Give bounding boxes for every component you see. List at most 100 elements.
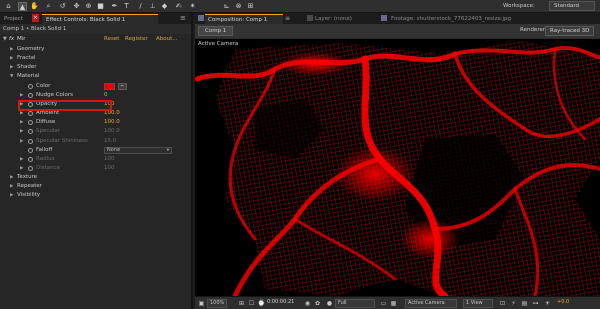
show-snapshot-icon[interactable]: ✿ <box>313 299 322 308</box>
composition-menu-icon[interactable]: ≡ <box>285 14 290 23</box>
fx-icon[interactable]: fx <box>9 35 14 44</box>
tab-project[interactable]: Project <box>0 14 30 24</box>
comp-1-button[interactable]: Comp 1 <box>198 26 234 36</box>
property-row[interactable]: ▶ Radius 100 <box>0 155 191 164</box>
exposure-value[interactable]: +0.0 <box>557 299 569 308</box>
close-tab-icon[interactable]: × <box>32 14 39 22</box>
zoom-select[interactable]: 100% <box>207 299 228 308</box>
tab-footage[interactable]: Footage: shutterstock_77622403_resize.jp… <box>391 14 511 24</box>
collapsed-triangle-icon[interactable]: ▶ <box>10 54 13 63</box>
axis-view-icon[interactable]: ⊞ <box>246 2 255 11</box>
pan-behind-tool-icon[interactable]: ⊕ <box>84 2 93 11</box>
expanded-triangle-icon[interactable]: ▼ <box>10 72 13 81</box>
zoom-tool-icon[interactable]: ⌕ <box>44 2 53 11</box>
property-value[interactable]: 0 <box>104 91 108 100</box>
collapsed-triangle-icon[interactable]: ▶ <box>10 45 13 54</box>
stopwatch-icon[interactable] <box>28 129 33 135</box>
property-row[interactable]: ▶ Shader <box>0 63 191 72</box>
property-value[interactable]: 100 <box>104 155 115 164</box>
stopwatch-icon[interactable] <box>28 120 33 126</box>
tab-layer[interactable]: Layer: (none) <box>315 14 352 24</box>
property-row[interactable]: ▼ Material <box>0 72 191 81</box>
property-row[interactable]: ▶ Repeater <box>0 182 191 191</box>
collapsed-triangle-icon[interactable]: ▶ <box>20 91 23 100</box>
snapshot-icon[interactable]: ◉ <box>303 299 312 308</box>
tab-composition[interactable]: Composition: Comp 1 <box>205 14 283 24</box>
axis-world-icon[interactable]: ⊗ <box>234 2 243 11</box>
stopwatch-icon[interactable] <box>28 138 33 144</box>
property-row[interactable]: ▶ Fractal <box>0 54 191 63</box>
property-value[interactable]: 100.0 <box>104 118 120 127</box>
collapsed-triangle-icon[interactable]: ▶ <box>20 127 23 136</box>
property-row[interactable]: ▶ Nudge Colors 0 <box>0 91 191 100</box>
stopwatch-icon[interactable] <box>28 111 33 117</box>
property-row[interactable]: ▶ Geometry <box>0 45 191 54</box>
safe-zones-icon[interactable]: ⊞ <box>237 299 246 308</box>
exposure-icon[interactable]: ☀ <box>543 299 552 308</box>
always-preview-icon[interactable]: ▣ <box>197 299 206 308</box>
panel-menu-icon[interactable]: ≡ <box>180 14 186 23</box>
rectangle-tool-icon[interactable]: ■ <box>96 2 105 11</box>
workspace-select[interactable]: Standard <box>549 1 595 11</box>
channel-icon[interactable]: ● <box>325 299 334 308</box>
collapsed-triangle-icon[interactable]: ▶ <box>10 173 13 182</box>
stopwatch-icon[interactable] <box>28 92 33 98</box>
pixel-aspect-icon[interactable]: ⊡ <box>498 299 507 308</box>
resolution-select[interactable]: Full <box>335 299 375 308</box>
selection-tool-icon[interactable]: ▲ <box>18 2 27 11</box>
puppet-tool-icon[interactable]: ✶ <box>188 2 197 11</box>
register-link[interactable]: Register <box>125 35 148 44</box>
eraser-tool-icon[interactable]: ◆ <box>160 2 169 11</box>
eyedropper-icon[interactable]: ⌐ <box>118 82 127 90</box>
reset-link[interactable]: Reset <box>104 35 119 44</box>
collapsed-triangle-icon[interactable]: ▶ <box>10 182 13 191</box>
type-tool-icon[interactable]: T <box>122 2 131 11</box>
roto-tool-icon[interactable]: ✍ <box>174 2 183 11</box>
composition-viewer[interactable]: Active Camera <box>195 39 600 296</box>
home-tool-icon[interactable]: ⌂ <box>4 2 13 11</box>
property-row[interactable]: ▶ Specular 100.0 <box>0 127 191 136</box>
view-layout-select[interactable]: 1 View <box>463 299 493 308</box>
rotate-tool-icon[interactable]: ↺ <box>58 2 67 11</box>
clone-tool-icon[interactable]: ⊥ <box>148 2 157 11</box>
property-row[interactable]: Color ⌐ <box>0 82 191 91</box>
collapse-triangle-icon[interactable]: ▼ <box>3 35 7 44</box>
axis-local-icon[interactable]: ⊾ <box>222 2 231 11</box>
about-link[interactable]: About... <box>156 35 178 44</box>
mask-visibility-icon[interactable]: ☐ <box>247 299 256 308</box>
brush-tool-icon[interactable]: ∕ <box>136 2 145 11</box>
camera-tool-icon[interactable]: ✥ <box>72 2 81 11</box>
fast-previews-icon[interactable]: ⚡ <box>509 299 518 308</box>
property-value[interactable]: 15.0 <box>104 137 116 146</box>
stopwatch-icon[interactable] <box>28 83 33 89</box>
collapsed-triangle-icon[interactable]: ▶ <box>20 137 23 146</box>
property-value[interactable]: 100.0 <box>104 127 120 136</box>
property-row[interactable]: ▶ Diffuse 100.0 <box>0 118 191 127</box>
current-time[interactable]: 0:00:00:21 <box>267 299 294 308</box>
property-row[interactable]: ▶ Distance 100 <box>0 164 191 173</box>
stopwatch-icon[interactable] <box>28 165 33 171</box>
collapsed-triangle-icon[interactable]: ▶ <box>20 164 23 173</box>
pen-tool-icon[interactable]: ✒ <box>110 2 119 11</box>
tab-effect-controls[interactable]: Effect Controls: Black Solid 1 <box>42 14 158 24</box>
collapsed-triangle-icon[interactable]: ▶ <box>10 191 13 200</box>
collapsed-triangle-icon[interactable]: ▶ <box>20 118 23 127</box>
property-row[interactable]: ▶ Specular Shininess 15.0 <box>0 137 191 146</box>
timeline-icon[interactable]: ▤ <box>520 299 529 308</box>
transparency-grid-icon[interactable]: ▦ <box>389 299 398 308</box>
renderer-select[interactable]: Ray-traced 3D <box>545 26 595 36</box>
camera-view-select[interactable]: Active Camera <box>405 299 457 308</box>
stopwatch-icon[interactable] <box>28 156 33 162</box>
property-row[interactable]: ▶ Visibility <box>0 191 191 200</box>
hand-tool-icon[interactable]: ✋ <box>30 2 39 11</box>
flowchart-icon[interactable]: ⊶ <box>531 299 540 308</box>
collapsed-triangle-icon[interactable]: ▶ <box>20 155 23 164</box>
falloff-select[interactable]: None ▾ <box>104 146 172 154</box>
region-of-interest-icon[interactable]: ▭ <box>379 299 388 308</box>
collapsed-triangle-icon[interactable]: ▶ <box>10 63 13 72</box>
color-swatch[interactable] <box>104 82 115 90</box>
property-row[interactable]: ▶ Texture <box>0 173 191 182</box>
property-row[interactable]: Falloff None ▾ <box>0 146 191 155</box>
stopwatch-icon[interactable] <box>28 147 33 153</box>
property-value[interactable]: 100 <box>104 164 115 173</box>
